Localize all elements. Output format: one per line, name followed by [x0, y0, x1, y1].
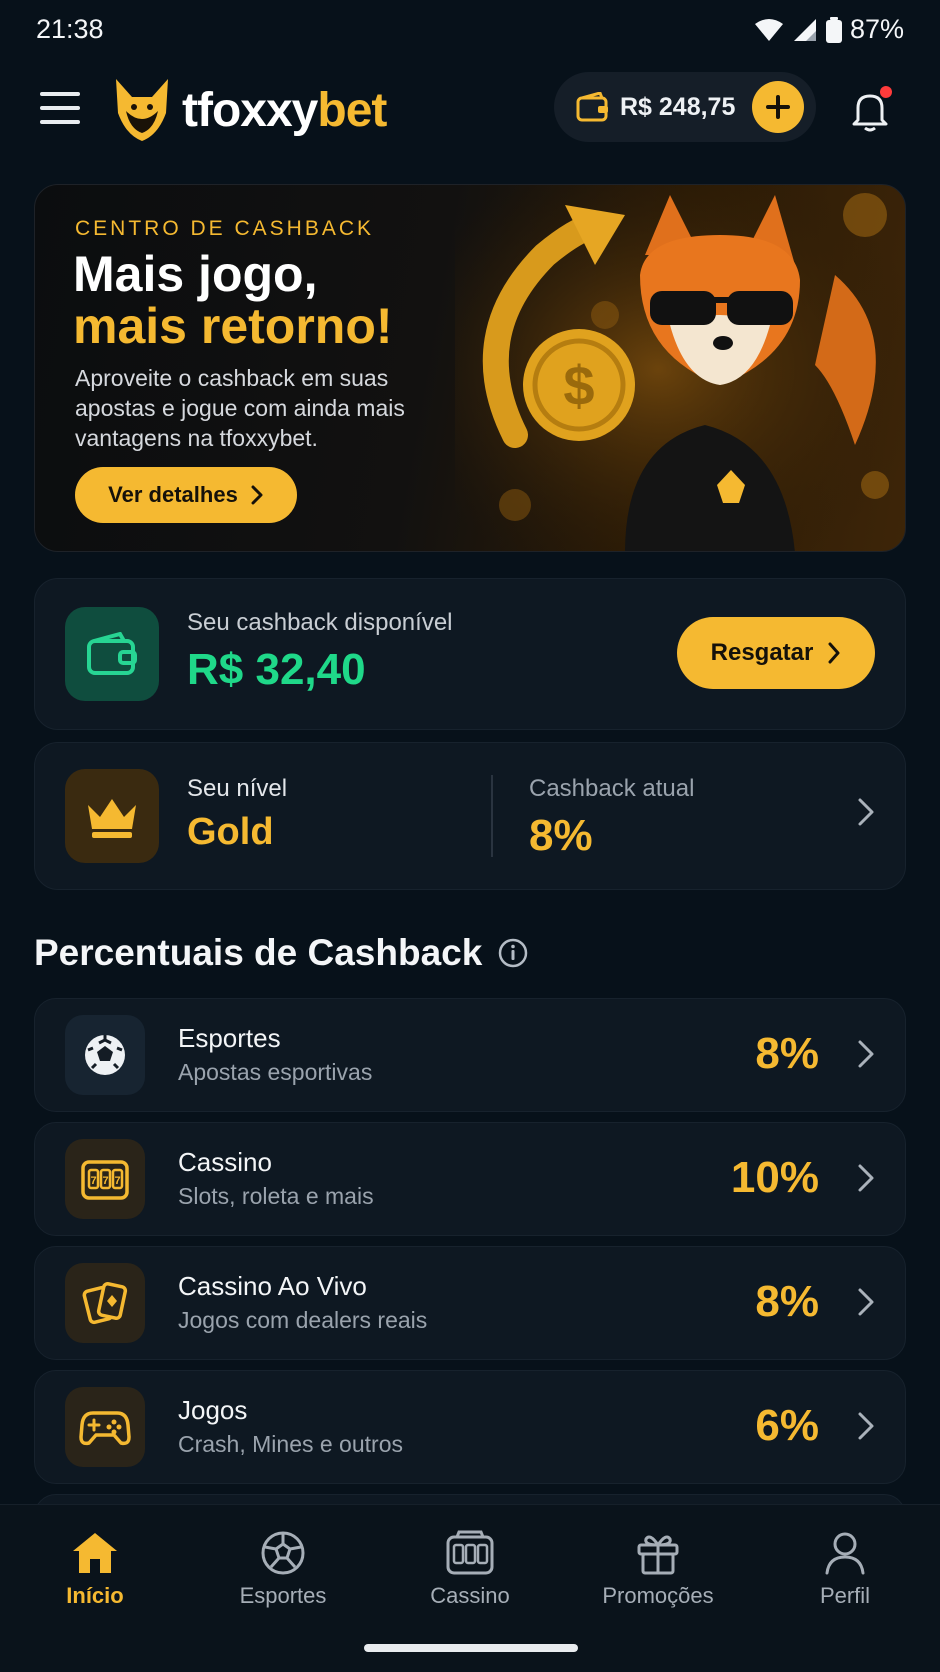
category-title: Esportes [178, 1023, 281, 1053]
balance-amount: R$ 248,75 [620, 92, 736, 121]
svg-text:7: 7 [90, 1175, 96, 1187]
fox-mascot-illustration: $ [455, 185, 905, 551]
soccer-ball-icon [261, 1531, 305, 1575]
chevron-right-icon [251, 485, 263, 505]
deposit-button[interactable] [752, 81, 804, 133]
category-subtitle: Jogos com dealers reais [178, 1307, 428, 1333]
cashback-available-label: Seu cashback disponível [187, 609, 453, 636]
brand-logo[interactable]: tfoxxybet [110, 70, 387, 150]
slot-machine-icon [446, 1530, 494, 1575]
category-row-cassino-ao-vivo[interactable]: Cassino Ao Vivo Jogos com dealers reais … [34, 1246, 906, 1360]
category-subtitle: Slots, roleta e mais [178, 1183, 374, 1209]
category-tile [65, 1387, 145, 1467]
hero-title-line1: Mais jogo, [73, 246, 318, 302]
nav-casino-label: Cassino [430, 1583, 510, 1608]
section-title: Percentuais de Cashback [34, 932, 528, 974]
crown-icon [88, 799, 136, 838]
level-card[interactable]: Seu nível Gold Cashback atual 8% [34, 742, 906, 890]
soccer-ball-icon [85, 1035, 125, 1075]
level-value: Gold [187, 811, 274, 853]
nav-sports-label: Esportes [239, 1583, 327, 1608]
svg-text:7: 7 [114, 1175, 120, 1187]
crown-tile [65, 769, 159, 863]
nav-promotions-label: Promoções [602, 1583, 714, 1608]
category-subtitle: Crash, Mines e outros [178, 1431, 403, 1457]
info-icon[interactable] [498, 938, 528, 968]
svg-text:$: $ [563, 354, 594, 417]
slot-machine-icon: 777 [81, 1160, 129, 1200]
nav-promotions[interactable]: Promoções [578, 1529, 738, 1609]
view-details-label: Ver detalhes [108, 482, 238, 507]
hero-eyebrow: CENTRO DE CASHBACK [75, 217, 375, 240]
category-percent: 8% [755, 1277, 819, 1326]
nav-profile-label: Perfil [819, 1583, 871, 1608]
nav-sports[interactable]: Esportes [203, 1529, 363, 1609]
plus-icon [766, 95, 790, 119]
hero-description: Aproveite o cashback em suas apostas e j… [75, 365, 405, 451]
chevron-right-icon [858, 1288, 874, 1316]
home-indicator [364, 1644, 578, 1652]
battery-percent: 87% [849, 14, 904, 44]
level-label: Seu nível [187, 775, 288, 802]
notifications-button[interactable] [838, 78, 902, 142]
category-title: Cassino [178, 1147, 272, 1177]
chevron-right-icon [828, 642, 840, 664]
status-time: 21:38 [36, 14, 104, 44]
cashback-hero-banner: CENTRO DE CASHBACK Mais jogo, mais retor… [34, 184, 906, 552]
level-divider [491, 775, 493, 857]
chevron-right-icon [858, 798, 874, 826]
wallet-icon [576, 92, 608, 122]
status-icons: 87% [754, 14, 904, 45]
chevron-right-icon [858, 1164, 874, 1192]
current-cashback-value: 8% [529, 811, 593, 860]
user-icon [825, 1532, 865, 1575]
category-percent: 10% [730, 1153, 819, 1202]
section-title-text: Percentuais de Cashback [34, 932, 483, 973]
cashback-category-list: Esportes Apostas esportivas 8% 777 Cassi… [34, 998, 906, 1494]
hero-title-line2: mais retorno! [73, 298, 393, 354]
current-cashback-label: Cashback atual [529, 775, 695, 802]
category-subtitle: Apostas esportivas [178, 1059, 373, 1085]
chevron-right-icon [858, 1040, 874, 1068]
category-title: Cassino Ao Vivo [178, 1271, 367, 1301]
gamepad-icon [79, 1411, 131, 1446]
cashback-available-value: R$ 32,40 [187, 645, 366, 694]
wallet-tile [65, 607, 159, 701]
category-tile [65, 1015, 145, 1095]
category-percent: 6% [755, 1401, 819, 1450]
menu-icon [40, 92, 80, 96]
nav-home-label: Início [66, 1583, 124, 1608]
chevron-right-icon [858, 1412, 874, 1440]
fox-logo-icon [116, 79, 168, 141]
category-row-esportes[interactable]: Esportes Apostas esportivas 8% [34, 998, 906, 1112]
menu-button[interactable] [38, 88, 82, 128]
playing-cards-icon [82, 1282, 128, 1325]
category-row-cassino[interactable]: 777 Cassino Slots, roleta e mais 10% [34, 1122, 906, 1236]
wallet-icon [87, 632, 137, 675]
battery-icon [825, 16, 842, 43]
nav-profile[interactable]: Perfil [765, 1529, 925, 1609]
svg-text:7: 7 [102, 1175, 108, 1187]
view-details-button[interactable]: Ver detalhes [75, 467, 297, 523]
brand-name: tfoxxybet [182, 83, 387, 137]
redeem-button[interactable]: Resgatar [677, 617, 875, 689]
nav-home[interactable]: Início [15, 1529, 175, 1609]
available-cashback-card: Seu cashback disponível R$ 32,40 Resgata… [34, 578, 906, 730]
category-percent: 8% [755, 1029, 819, 1078]
category-title: Jogos [178, 1395, 248, 1425]
category-tile: 777 [65, 1139, 145, 1219]
nav-casino[interactable]: Cassino [390, 1529, 550, 1609]
notification-badge [880, 86, 892, 98]
signal-icon [793, 18, 816, 41]
balance-pill[interactable]: R$ 248,75 [554, 72, 816, 142]
category-tile [65, 1263, 145, 1343]
wifi-icon [754, 18, 783, 41]
gift-icon [637, 1535, 679, 1575]
category-row-jogos[interactable]: Jogos Crash, Mines e outros 6% [34, 1370, 906, 1484]
redeem-label: Resgatar [710, 639, 814, 666]
home-icon [73, 1533, 117, 1573]
